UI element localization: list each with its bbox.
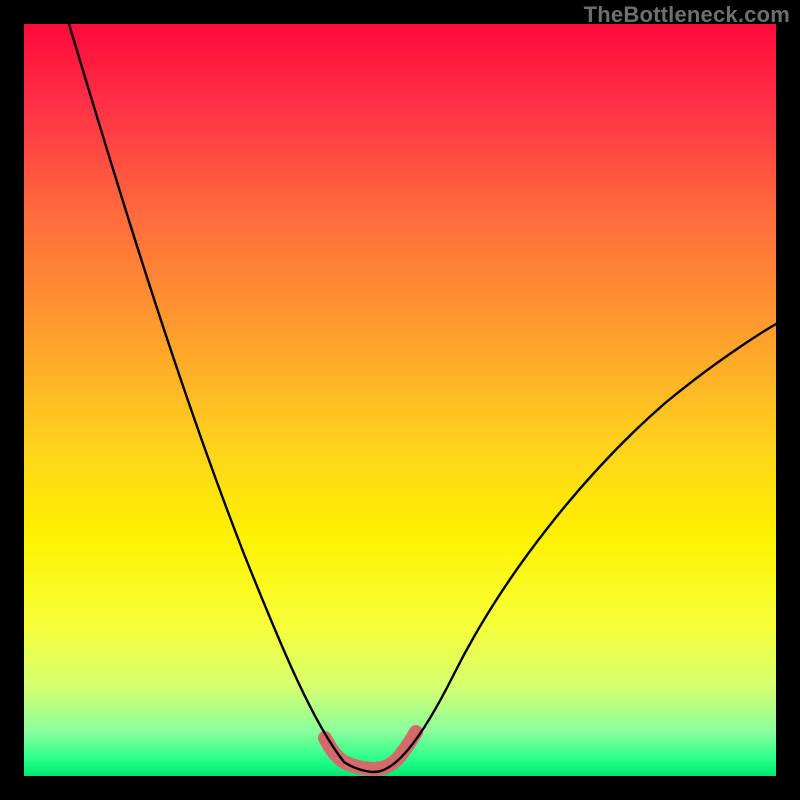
left-curve	[69, 24, 374, 772]
floor-highlight	[325, 732, 416, 769]
chart-area	[24, 24, 776, 776]
right-curve	[374, 324, 776, 772]
chart-curves	[24, 24, 776, 776]
watermark-text: TheBottleneck.com	[584, 2, 790, 28]
